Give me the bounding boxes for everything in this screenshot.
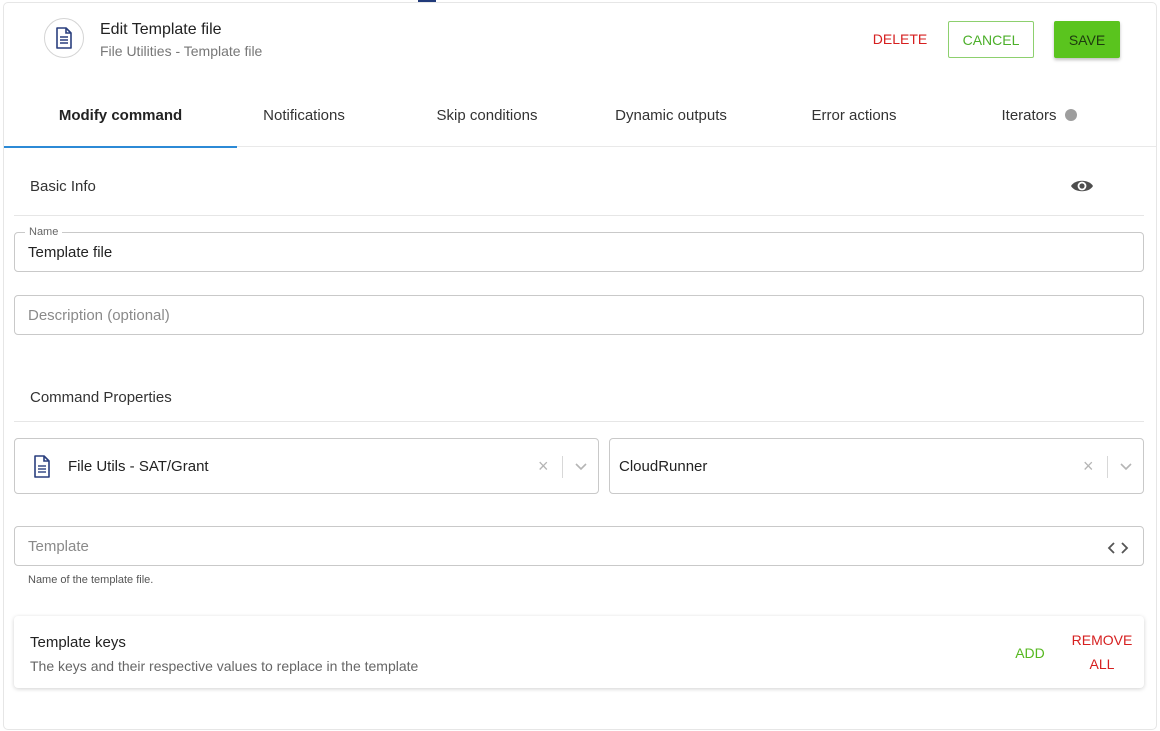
tab-label: Iterators [1001,106,1057,124]
close-icon[interactable]: × [1083,456,1094,476]
integration-select[interactable]: File Utils - SAT/Grant × [14,438,599,494]
save-button[interactable]: SAVE [1054,21,1120,58]
description-placeholder: Description (optional) [28,307,170,324]
document-icon [34,455,50,478]
remove-all-line1: REMOVE [1071,632,1133,648]
template-keys-title: Template keys [30,634,126,651]
tab-modify-command[interactable]: Modify command [4,83,237,148]
command-properties-divider [14,421,1144,422]
chevron-down-icon[interactable] [574,459,588,473]
dialog-header: Edit Template file File Utilities - Temp… [4,3,1156,83]
tab-label: Error actions [811,106,897,124]
tab-skip-conditions[interactable]: Skip conditions [414,83,560,147]
runner-select-value: CloudRunner [619,458,708,475]
chevron-down-icon[interactable] [1119,459,1133,473]
name-field-value: Template file [28,244,113,261]
tab-dynamic-outputs[interactable]: Dynamic outputs [596,83,746,147]
dialog-title: Edit Template file [100,21,222,38]
template-field[interactable]: Template [14,526,1144,566]
template-keys-card: Template keys The keys and their respect… [14,616,1144,688]
name-field-label: Name [25,226,63,238]
dialog-subtitle: File Utilities - Template file [100,43,263,59]
tab-label: Dynamic outputs [615,106,727,124]
runner-select[interactable]: CloudRunner × [609,438,1144,494]
template-placeholder: Template [28,538,89,555]
tab-label: Skip conditions [436,106,538,124]
tab-iterators[interactable]: Iterators [976,83,1102,147]
template-keys-subtitle: The keys and their respective values to … [30,658,419,674]
edit-command-dialog: Edit Template file File Utilities - Temp… [4,3,1156,729]
integration-select-value: File Utils - SAT/Grant [68,458,209,475]
remove-all-line2: ALL [1089,656,1115,672]
name-field[interactable]: Name Template file [14,226,1144,272]
document-icon [56,27,72,49]
iterators-status-dot [1064,109,1077,121]
command-properties-heading: Command Properties [30,389,172,406]
remove-all-button[interactable]: REMOVE ALL [1066,627,1138,677]
select-separator [1107,456,1108,478]
cancel-button[interactable]: CANCEL [948,21,1034,58]
select-separator [562,456,563,478]
eye-icon[interactable] [1070,177,1094,195]
delete-button[interactable]: DELETE [860,21,940,57]
tab-bar: Modify command Notifications Skip condit… [4,83,1156,148]
tab-notifications[interactable]: Notifications [237,83,371,147]
header-avatar [44,18,84,58]
basic-info-divider [14,215,1144,216]
tab-label: Modify command [58,106,183,124]
template-helper-text: Name of the template file. [28,574,154,586]
basic-info-heading: Basic Info [30,178,96,195]
tab-label: Notifications [263,106,345,124]
add-key-button[interactable]: ADD [1008,641,1052,665]
description-field[interactable]: Description (optional) [14,295,1144,335]
close-icon[interactable]: × [538,456,549,476]
tab-error-actions[interactable]: Error actions [789,83,919,147]
code-icon[interactable] [1106,539,1130,557]
